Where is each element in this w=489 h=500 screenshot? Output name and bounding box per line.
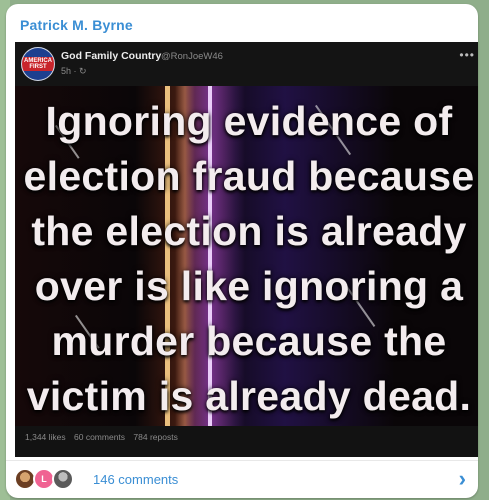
likes-count: 1,344 likes bbox=[25, 432, 66, 442]
comments-bar[interactable]: L 146 comments › bbox=[6, 460, 478, 498]
chevron-right-icon[interactable]: › bbox=[459, 466, 466, 492]
embedded-post[interactable]: AMERICA FIRST God Family Country @RonJoe… bbox=[15, 42, 478, 457]
post-stats: 1,344 likes 60 comments 784 reposts bbox=[25, 432, 184, 442]
message-card: Patrick M. Byrne AMERICA FIRST God Famil… bbox=[6, 4, 478, 498]
commenter-avatar bbox=[52, 468, 74, 490]
meme-line: murder because the bbox=[51, 318, 447, 364]
meme-line: the election is already bbox=[31, 208, 467, 254]
meme-image[interactable]: Ignoring evidence of election fraud beca… bbox=[15, 86, 478, 426]
meme-line: Ignoring evidence of bbox=[45, 98, 453, 144]
meme-line: election fraud because bbox=[23, 153, 475, 199]
more-options-icon[interactable]: ••• bbox=[459, 48, 475, 62]
comments-link[interactable]: 146 comments bbox=[93, 472, 178, 487]
post-header: AMERICA FIRST God Family Country @RonJoe… bbox=[15, 42, 478, 86]
comments-count: 60 comments bbox=[74, 432, 126, 442]
post-author[interactable]: God Family Country bbox=[61, 50, 161, 62]
meme-text: Ignoring evidence of election fraud beca… bbox=[15, 94, 478, 424]
author-avatar[interactable]: AMERICA FIRST bbox=[21, 47, 55, 81]
meme-line: over is like ignoring a bbox=[34, 263, 464, 309]
channel-name[interactable]: Patrick M. Byrne bbox=[20, 17, 133, 33]
post-handle[interactable]: @RonJoeW46 bbox=[161, 51, 223, 62]
post-time: 5h · ↻ bbox=[61, 66, 87, 76]
meme-line: victim is already dead. bbox=[26, 373, 472, 419]
avatar-text: AMERICA FIRST bbox=[24, 58, 52, 70]
reposts-count: 784 reposts bbox=[133, 432, 178, 442]
